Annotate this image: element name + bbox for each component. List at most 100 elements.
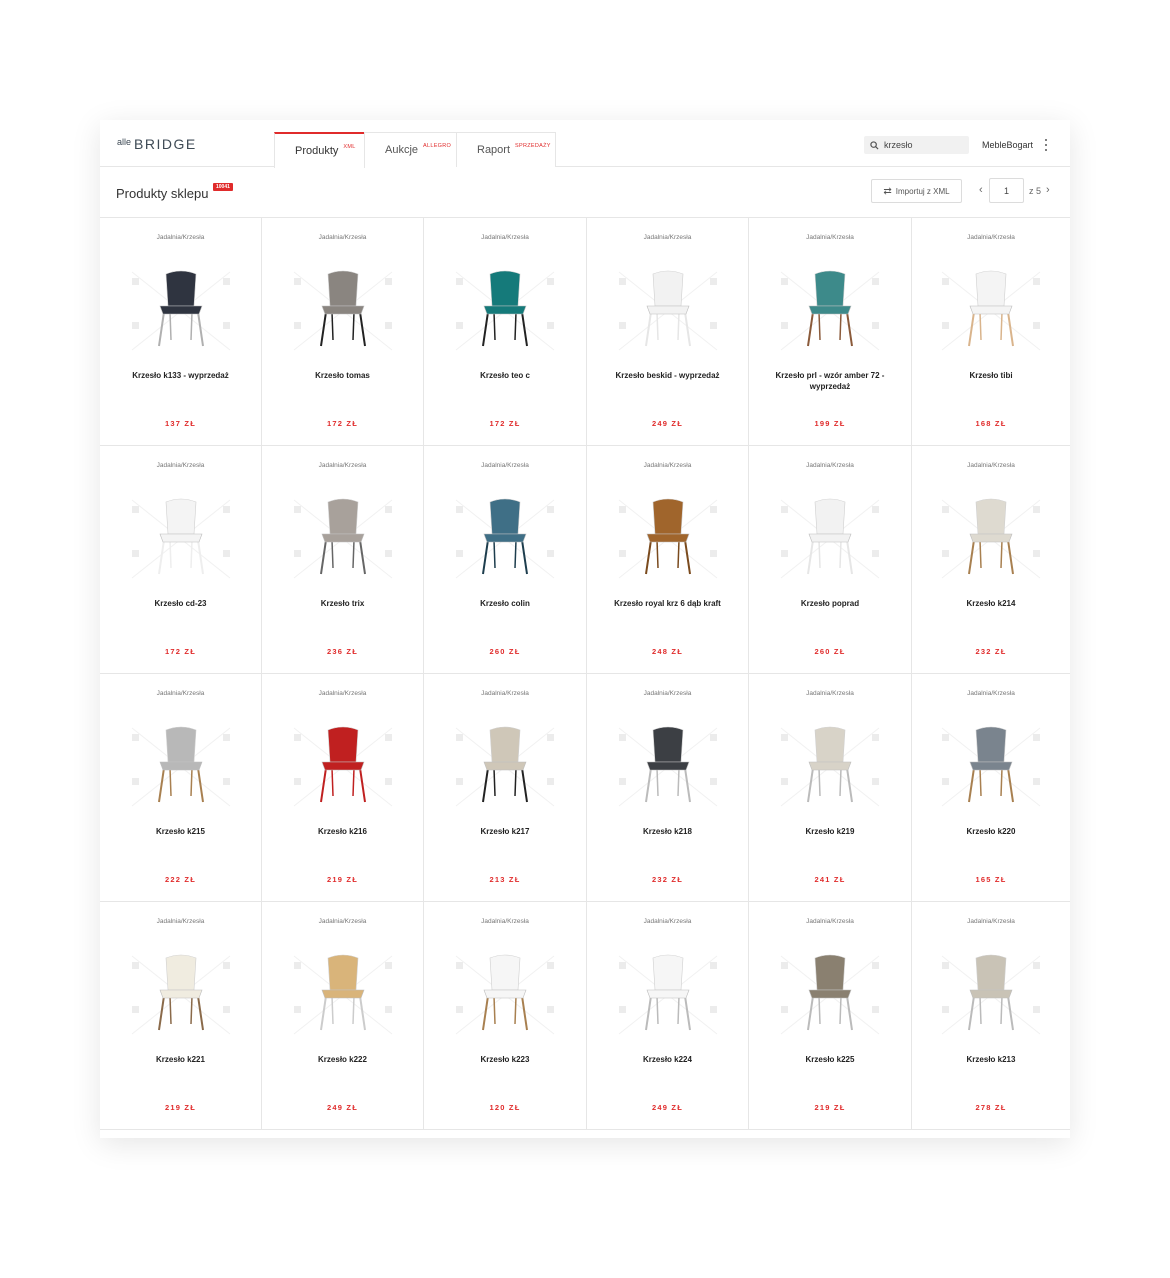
- product-card[interactable]: Jadalnia/Krzesła Krzesło k220 165 ZŁ: [912, 674, 1070, 902]
- tab-sup: ALLEGRO: [423, 142, 452, 149]
- product-card[interactable]: Jadalnia/Krzesła Krzesło royal krz 6 dąb …: [587, 446, 749, 674]
- tab-label: Aukcje: [385, 144, 419, 156]
- chair-icon: [157, 954, 204, 1031]
- product-image[interactable]: [126, 266, 236, 356]
- import-xml-button[interactable]: ⇄ Importuj z XML: [871, 179, 962, 203]
- product-image[interactable]: [936, 722, 1046, 812]
- product-name[interactable]: Krzesło beskid - wyprzedaż: [595, 370, 740, 381]
- prev-page-icon[interactable]: ‹: [979, 184, 983, 196]
- product-category: Jadalnia/Krzesła: [643, 918, 692, 925]
- tab-aukcje[interactable]: Aukcje ALLEGRO: [364, 132, 457, 167]
- product-image[interactable]: [936, 266, 1046, 356]
- product-name[interactable]: Krzesło poprad: [757, 598, 903, 609]
- product-image[interactable]: [450, 950, 560, 1040]
- search-input[interactable]: [884, 140, 964, 150]
- product-image[interactable]: [288, 950, 398, 1040]
- product-image[interactable]: [126, 950, 236, 1040]
- product-card[interactable]: Jadalnia/Krzesła Krzesło k218 232 ZŁ: [587, 674, 749, 902]
- product-card[interactable]: Jadalnia/Krzesła Krzesło k223 120 ZŁ: [424, 902, 587, 1130]
- product-image[interactable]: [775, 722, 885, 812]
- product-name[interactable]: Krzesło trix: [270, 598, 415, 609]
- next-page-icon[interactable]: ›: [1046, 184, 1050, 196]
- product-name[interactable]: Krzesło tibi: [920, 370, 1062, 381]
- user-name[interactable]: MebleBogart: [982, 140, 1033, 150]
- product-card[interactable]: Jadalnia/Krzesła Krzesło trix 236 ZŁ: [262, 446, 424, 674]
- product-image[interactable]: [288, 266, 398, 356]
- product-name[interactable]: Krzesło k217: [432, 826, 578, 837]
- product-name[interactable]: Krzesło k213: [920, 1054, 1062, 1065]
- product-price: 120 ZŁ: [489, 1103, 521, 1112]
- product-name[interactable]: Krzesło k216: [270, 826, 415, 837]
- product-name[interactable]: Krzesło k224: [595, 1054, 740, 1065]
- product-card[interactable]: Jadalnia/Krzesła Krzesło k224 249 ZŁ: [587, 902, 749, 1130]
- product-name[interactable]: Krzesło colin: [432, 598, 578, 609]
- product-card[interactable]: Jadalnia/Krzesła Krzesło poprad 260 ZŁ: [749, 446, 912, 674]
- tab-raport[interactable]: Raport SPRZEDAŻY: [456, 132, 556, 167]
- product-image[interactable]: [288, 494, 398, 584]
- product-card[interactable]: Jadalnia/Krzesła Krzesło k213 278 ZŁ: [912, 902, 1070, 1130]
- product-image[interactable]: [450, 494, 560, 584]
- product-image[interactable]: [613, 950, 723, 1040]
- product-name[interactable]: Krzesło royal krz 6 dąb kraft: [595, 598, 740, 609]
- product-card[interactable]: Jadalnia/Krzesła Krzesło k216 219 ZŁ: [262, 674, 424, 902]
- product-card[interactable]: Jadalnia/Krzesła Krzesło cd-23 172 ZŁ: [100, 446, 262, 674]
- product-name[interactable]: Krzesło k218: [595, 826, 740, 837]
- product-image[interactable]: [450, 722, 560, 812]
- product-card[interactable]: Jadalnia/Krzesła Krzesło k222 249 ZŁ: [262, 902, 424, 1130]
- product-card[interactable]: Jadalnia/Krzesła Krzesło k214 232 ZŁ: [912, 446, 1070, 674]
- search-box[interactable]: [864, 136, 969, 154]
- product-card[interactable]: Jadalnia/Krzesła Krzesło beskid - wyprzed…: [587, 218, 749, 446]
- product-name[interactable]: Krzesło teo c: [432, 370, 578, 381]
- product-image[interactable]: [450, 266, 560, 356]
- product-name[interactable]: Krzesło k215: [108, 826, 253, 837]
- product-price: 219 ZŁ: [165, 1103, 196, 1112]
- product-category: Jadalnia/Krzesła: [318, 918, 367, 925]
- more-menu-icon[interactable]: [1044, 139, 1048, 151]
- product-card[interactable]: Jadalnia/Krzesła Krzesło k217 213 ZŁ: [424, 674, 587, 902]
- product-name[interactable]: Krzesło k222: [270, 1054, 415, 1065]
- product-name[interactable]: Krzesło k221: [108, 1054, 253, 1065]
- product-image[interactable]: [775, 494, 885, 584]
- product-price: 249 ZŁ: [652, 1103, 683, 1112]
- product-card[interactable]: Jadalnia/Krzesła Krzesło k221 219 ZŁ: [100, 902, 262, 1130]
- page-input[interactable]: [989, 178, 1024, 203]
- product-name[interactable]: Krzesło k223: [432, 1054, 578, 1065]
- product-name[interactable]: Krzesło k219: [757, 826, 903, 837]
- product-card[interactable]: Jadalnia/Krzesła Krzesło k215 222 ZŁ: [100, 674, 262, 902]
- product-name[interactable]: Krzesło k225: [757, 1054, 903, 1065]
- product-image[interactable]: [126, 494, 236, 584]
- product-card[interactable]: Jadalnia/Krzesła Krzesło tibi 168 ZŁ: [912, 218, 1070, 446]
- logo[interactable]: alle BRIDGE: [117, 136, 197, 152]
- product-card[interactable]: Jadalnia/Krzesła Krzesło k225 219 ZŁ: [749, 902, 912, 1130]
- tab-produkty[interactable]: Produkty XML: [274, 132, 365, 168]
- product-image[interactable]: [775, 950, 885, 1040]
- product-name[interactable]: Krzesło k214: [920, 598, 1062, 609]
- product-name[interactable]: Krzesło k220: [920, 826, 1062, 837]
- product-image[interactable]: [936, 950, 1046, 1040]
- product-image[interactable]: [613, 722, 723, 812]
- product-image[interactable]: [288, 722, 398, 812]
- product-card[interactable]: Jadalnia/Krzesła Krzesło k219 241 ZŁ: [749, 674, 912, 902]
- product-image[interactable]: [775, 266, 885, 356]
- product-category: Jadalnia/Krzesła: [967, 462, 1015, 469]
- product-image[interactable]: [613, 266, 723, 356]
- product-name[interactable]: Krzesło k133 - wyprzedaż: [108, 370, 253, 381]
- product-image[interactable]: [126, 722, 236, 812]
- product-price: 165 ZŁ: [975, 875, 1007, 884]
- product-name[interactable]: Krzesło cd-23: [108, 598, 253, 609]
- product-name[interactable]: Krzesło tomas: [270, 370, 415, 381]
- product-card[interactable]: Jadalnia/Krzesła Krzesło colin 260 ZŁ: [424, 446, 587, 674]
- product-card[interactable]: Jadalnia/Krzesła Krzesło tomas 172 ZŁ: [262, 218, 424, 446]
- chair-icon: [968, 726, 1014, 803]
- product-image[interactable]: [936, 494, 1046, 584]
- product-price: 213 ZŁ: [489, 875, 521, 884]
- product-price: 168 ZŁ: [975, 419, 1007, 428]
- product-name[interactable]: Krzesło prl - wzór amber 72 - wyprzedaż: [757, 370, 903, 392]
- product-grid: Jadalnia/Krzesła Krzesło k133 - wyprzedaż…: [100, 218, 1070, 1130]
- product-card[interactable]: Jadalnia/Krzesła Krzesło prl - wzór amber…: [749, 218, 912, 446]
- product-image[interactable]: [613, 494, 723, 584]
- product-category: Jadalnia/Krzesła: [318, 234, 367, 241]
- product-category: Jadalnia/Krzesła: [806, 234, 854, 241]
- product-card[interactable]: Jadalnia/Krzesła Krzesło k133 - wyprzedaż…: [100, 218, 262, 446]
- product-card[interactable]: Jadalnia/Krzesła Krzesło teo c 172 ZŁ: [424, 218, 587, 446]
